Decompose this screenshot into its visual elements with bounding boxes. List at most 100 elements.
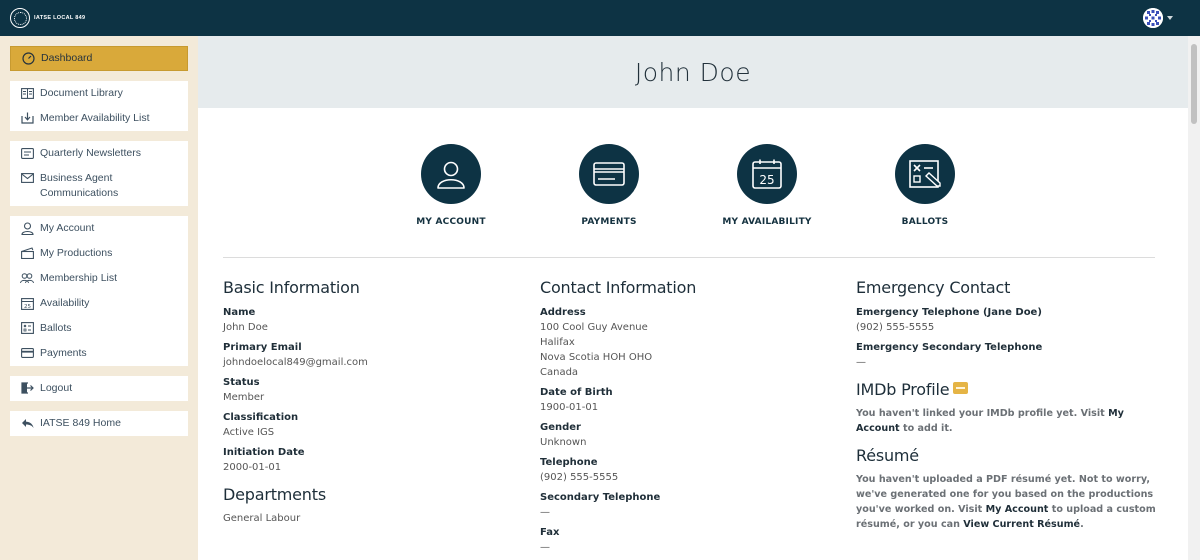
telephone-value: (902) 555-5555 — [540, 472, 619, 483]
users-icon — [20, 271, 34, 285]
person-icon — [20, 221, 34, 235]
gender-value: Unknown — [540, 437, 587, 448]
credit-card-icon — [20, 346, 34, 360]
calendar-icon: 25 — [752, 159, 782, 189]
gauge-icon — [21, 51, 35, 65]
imdb-message-tail: to add it. — [899, 423, 953, 434]
quick-link-label: MY ACCOUNT — [416, 217, 486, 227]
quick-link-circle[interactable]: 25 — [737, 144, 797, 204]
departments-title: Departments — [223, 485, 326, 504]
emergency-secondary-telephone-label: Emergency Secondary Telephone — [856, 342, 1043, 353]
email-value: johndoelocal849@gmail.com — [223, 357, 368, 368]
sidebar-item-label: Membership List — [40, 272, 118, 284]
quick-link-my-account[interactable]: MY ACCOUNT — [391, 144, 511, 227]
sidebar-item-logout[interactable]: Logout — [20, 381, 72, 396]
ballot-icon — [20, 321, 34, 335]
quick-link-label: BALLOTS — [901, 217, 949, 227]
logo[interactable]: IATSE LOCAL 849 — [10, 8, 85, 28]
departments-value: General Labour — [223, 513, 301, 524]
imdb-message-text: You haven't linked your IMDb profile yet… — [856, 408, 1109, 419]
sidebar-item-label: Business Agent Communications — [40, 172, 119, 199]
sidebar-item-iatse-home[interactable]: IATSE 849 Home — [20, 416, 121, 431]
book-icon — [20, 86, 34, 100]
chevron-down-icon[interactable] — [1167, 16, 1173, 20]
name-value: John Doe — [223, 322, 268, 333]
calendar-icon: 25 — [20, 296, 34, 310]
ballot-icon — [909, 160, 941, 188]
sidebar-group-communications: Quarterly Newsletters Business Agent Com… — [10, 141, 188, 206]
sidebar-item-dashboard-row[interactable]: Dashboard — [21, 51, 92, 66]
quick-link-my-availability[interactable]: 25 MY AVAILABILITY — [707, 144, 827, 227]
sidebar-item-availability[interactable]: 25 Availability — [20, 296, 89, 311]
telephone-label: Telephone — [540, 457, 598, 468]
resume-message-tail: . — [1080, 519, 1084, 530]
sidebar-item-my-account[interactable]: My Account — [20, 221, 94, 236]
sidebar-item-my-productions[interactable]: My Productions — [20, 246, 112, 261]
quick-link-label: MY AVAILABILITY — [722, 217, 812, 227]
address-label: Address — [540, 307, 586, 318]
quick-link-circle[interactable] — [895, 144, 955, 204]
sidebar-item-document-library[interactable]: Document Library — [20, 86, 123, 101]
sidebar-group-home: IATSE 849 Home — [10, 411, 188, 436]
address-line: Nova Scotia HOH OHO — [540, 352, 653, 363]
top-bar: IATSE LOCAL 849 — [0, 0, 1200, 36]
reply-arrow-icon — [20, 416, 34, 430]
name-label: Name — [223, 307, 256, 318]
download-tray-icon — [20, 111, 34, 125]
fax-value: — — [540, 542, 550, 553]
sidebar-item-member-availability-list[interactable]: Member Availability List — [20, 111, 150, 126]
scrollbar[interactable] — [1188, 36, 1200, 560]
sidebar-item-label: My Account — [40, 222, 95, 234]
person-icon — [437, 161, 465, 189]
calendar-day: 25 — [759, 173, 774, 187]
sidebar-group-logout: Logout — [10, 376, 188, 401]
envelope-icon — [20, 171, 34, 185]
scrollbar-thumb[interactable] — [1191, 44, 1197, 124]
resume-my-account-link[interactable]: My Account — [986, 504, 1049, 515]
avatar-pattern-icon — [1143, 8, 1163, 28]
svg-text:25: 25 — [24, 304, 31, 310]
classification-value: Active IGS — [223, 427, 275, 438]
emergency-telephone-label: Emergency Telephone (Jane Doe) — [856, 307, 1042, 318]
sidebar-item-label: Payments — [40, 347, 87, 359]
dob-value: 1900-01-01 — [540, 402, 599, 413]
logo-text: IATSE LOCAL 849 — [34, 15, 86, 21]
address-line: Canada — [540, 367, 579, 378]
contact-info-title: Contact Information — [540, 278, 697, 297]
initiation-date-value: 2000-01-01 — [223, 462, 282, 473]
sidebar-item-label: Quarterly Newsletters — [40, 147, 141, 159]
classification-label: Classification — [223, 412, 299, 423]
emergency-telephone-value: (902) 555-5555 — [856, 322, 935, 333]
secondary-telephone-label: Secondary Telephone — [540, 492, 661, 503]
sidebar-item-label: Ballots — [40, 322, 72, 334]
quick-link-circle[interactable] — [421, 144, 481, 204]
seal-icon — [10, 8, 30, 28]
status-value: Member — [223, 392, 265, 403]
initiation-date-label: Initiation Date — [223, 447, 305, 458]
imdb-badge-icon — [953, 382, 969, 394]
imdb-title-text: IMDb Profile — [856, 380, 950, 399]
sidebar-item-label: IATSE 849 Home — [40, 417, 121, 429]
quick-link-circle[interactable] — [579, 144, 639, 204]
fax-label: Fax — [540, 527, 560, 538]
status-label: Status — [223, 377, 260, 388]
sidebar-item-membership-list[interactable]: Membership List — [20, 271, 117, 286]
sidebar-item-label: Member Availability List — [40, 112, 150, 124]
quick-link-label: PAYMENTS — [581, 217, 637, 227]
secondary-telephone-value: — — [540, 507, 550, 518]
sidebar-group-member: My Account My Productions Membership Lis… — [10, 216, 188, 366]
imdb-message: You haven't linked your IMDb profile yet… — [856, 406, 1156, 436]
sidebar-item-payments[interactable]: Payments — [20, 346, 87, 361]
logout-icon — [20, 381, 34, 395]
sidebar-item-quarterly-newsletters[interactable]: Quarterly Newsletters — [20, 146, 141, 161]
gender-label: Gender — [540, 422, 581, 433]
quick-link-payments[interactable]: PAYMENTS — [549, 144, 669, 227]
sidebar-item-business-agent-communications[interactable]: Business Agent Communications — [20, 171, 132, 201]
sidebar-item-dashboard[interactable]: Dashboard — [10, 46, 188, 71]
user-avatar[interactable] — [1143, 8, 1163, 28]
view-current-resume-link[interactable]: View Current Résumé — [963, 519, 1080, 530]
sidebar-item-ballots[interactable]: Ballots — [20, 321, 72, 336]
credit-card-icon — [593, 162, 625, 186]
quick-link-ballots[interactable]: BALLOTS — [865, 144, 985, 227]
sidebar-item-label: Document Library — [40, 87, 123, 99]
